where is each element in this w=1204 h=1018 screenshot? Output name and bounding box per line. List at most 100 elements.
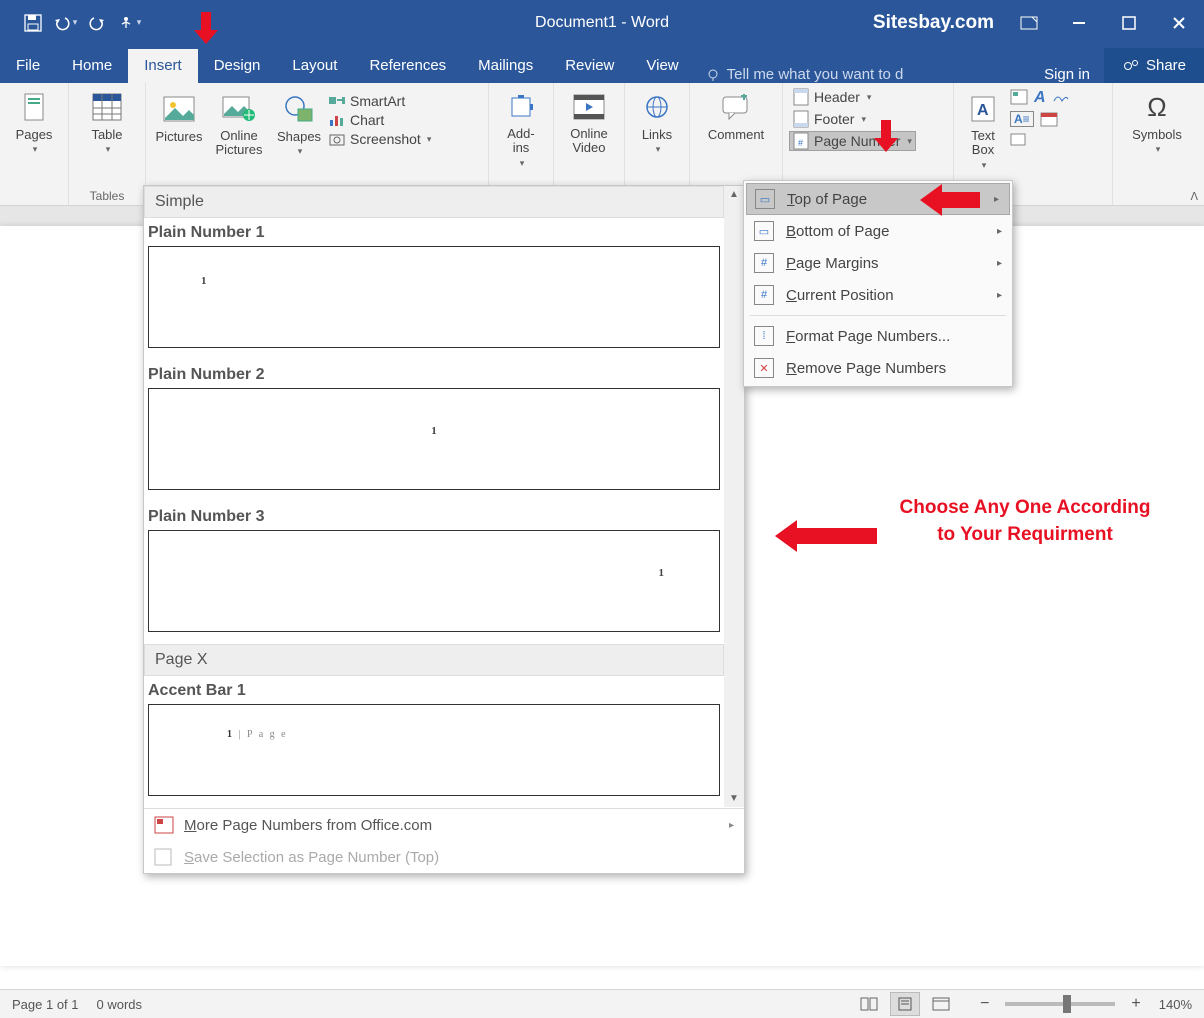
object-button[interactable] — [1010, 131, 1028, 147]
addins-button[interactable]: Add-ins▾ — [494, 85, 548, 173]
tab-references[interactable]: References — [353, 49, 462, 83]
minimize-button[interactable] — [1054, 0, 1104, 45]
share-icon — [1122, 58, 1140, 74]
close-button[interactable] — [1154, 0, 1204, 45]
more-page-numbers-link[interactable]: More Page Numbers from Office.com ▸ — [144, 809, 744, 841]
chart-button[interactable]: Chart — [328, 112, 384, 128]
office-icon — [154, 816, 174, 834]
header-button[interactable]: Header▾ — [789, 87, 875, 107]
share-label: Share — [1146, 57, 1186, 74]
gallery-item-plain1[interactable]: 1 — [148, 246, 720, 348]
zoom-out-button[interactable]: − — [976, 995, 993, 1013]
comment-button[interactable]: Comment — [706, 85, 766, 146]
textbox-icon: A — [970, 95, 996, 123]
date-time-button[interactable] — [1040, 111, 1058, 127]
ribbon-display-options-button[interactable] — [1004, 0, 1054, 45]
print-layout-button[interactable] — [890, 992, 920, 1016]
remove-icon: ✕ — [754, 358, 774, 378]
pages-button[interactable]: Pages▾ — [7, 85, 61, 159]
document-title: Document1 - Word — [535, 14, 669, 32]
maximize-button[interactable] — [1104, 0, 1154, 45]
smartart-button[interactable]: SmartArt — [328, 93, 405, 109]
dropcap-button[interactable]: A≡ — [1010, 111, 1034, 127]
tab-layout[interactable]: Layout — [276, 49, 353, 83]
tab-home[interactable]: Home — [56, 49, 128, 83]
lightbulb-icon — [705, 67, 721, 83]
tab-view[interactable]: View — [630, 49, 694, 83]
comment-icon — [721, 94, 751, 120]
quick-parts-button[interactable] — [1010, 89, 1028, 107]
footer-button[interactable]: Footer▾ — [789, 109, 870, 129]
page-bottom-icon: ▭ — [754, 221, 774, 241]
quickparts-icon — [1010, 89, 1028, 105]
online-pictures-button[interactable]: OnlinePictures — [208, 87, 270, 162]
gallery-item-plain3-label: Plain Number 3 — [144, 502, 724, 530]
zoom-slider[interactable] — [1005, 1002, 1115, 1006]
read-mode-button[interactable] — [854, 992, 884, 1016]
svg-text:#: # — [798, 138, 803, 148]
redo-button[interactable] — [84, 10, 110, 36]
menu-remove-page-numbers[interactable]: ✕ Remove Page Numbers — [744, 352, 1012, 384]
links-button[interactable]: Links▾ — [630, 85, 684, 159]
online-video-button[interactable]: OnlineVideo — [562, 85, 616, 160]
minimize-icon — [1071, 15, 1087, 31]
screenshot-button[interactable]: Screenshot▾ — [328, 131, 431, 147]
current-position-icon: # — [754, 285, 774, 305]
gallery-item-plain1-label: Plain Number 1 — [144, 218, 724, 246]
sign-in-link[interactable]: Sign in — [1030, 66, 1104, 83]
text-box-button[interactable]: A TextBox▾ — [960, 87, 1006, 175]
signature-button[interactable] — [1052, 89, 1070, 107]
scroll-down-button[interactable]: ▼ — [726, 790, 742, 807]
group-tables-label: Tables — [90, 186, 125, 205]
svg-text:A: A — [977, 102, 989, 119]
share-button[interactable]: Share — [1104, 48, 1204, 83]
shapes-icon — [283, 94, 315, 124]
page-status[interactable]: Page 1 of 1 — [12, 997, 79, 1012]
tab-mailings[interactable]: Mailings — [462, 49, 549, 83]
datetime-icon — [1040, 111, 1058, 127]
tell-me-search[interactable]: Tell me what you want to d — [695, 66, 1030, 83]
printlayout-icon — [897, 997, 913, 1011]
shapes-button[interactable]: Shapes▾ — [272, 87, 326, 161]
tab-file[interactable]: File — [0, 49, 56, 83]
undo-button[interactable]: ▾ — [52, 10, 78, 36]
brand-label: Sitesbay.com — [873, 12, 994, 34]
page-margins-icon: # — [754, 253, 774, 273]
menu-current-position[interactable]: # Current Position▸ — [744, 279, 1012, 311]
tab-design[interactable]: Design — [198, 49, 277, 83]
word-count[interactable]: 0 words — [97, 997, 143, 1012]
touch-mode-button[interactable]: ▾ — [116, 10, 142, 36]
scroll-up-button[interactable]: ▲ — [726, 186, 742, 203]
addins-icon — [508, 94, 534, 120]
chart-icon — [328, 112, 346, 128]
tell-me-placeholder: Tell me what you want to d — [727, 66, 904, 83]
video-icon — [573, 94, 605, 120]
gallery-item-plain3[interactable]: 1 — [148, 530, 720, 632]
table-button[interactable]: Table▾ — [80, 85, 134, 159]
menu-format-page-numbers[interactable]: ⁞ Format Page Numbers... — [744, 320, 1012, 352]
tab-insert[interactable]: Insert — [128, 49, 198, 83]
gallery-item-plain2[interactable]: 1 — [148, 388, 720, 490]
symbols-button[interactable]: Ω Symbols▾ — [1130, 85, 1184, 159]
menu-page-margins[interactable]: # Page Margins▸ — [744, 247, 1012, 279]
footer-icon — [793, 110, 809, 128]
menu-bottom-of-page[interactable]: ▭ Bottom of Page▸ — [744, 215, 1012, 247]
touch-icon — [117, 14, 135, 32]
collapse-ribbon-button[interactable]: ᐱ — [1190, 190, 1198, 203]
maximize-icon — [1122, 16, 1136, 30]
save-icon — [24, 14, 42, 32]
table-icon — [92, 93, 122, 121]
screenshot-icon — [328, 131, 346, 147]
wordart-button[interactable]: A — [1034, 89, 1046, 107]
zoom-level[interactable]: 140% — [1159, 997, 1192, 1012]
web-layout-button[interactable] — [926, 992, 956, 1016]
annotation-text: Choose Any One Accordingto Your Requirme… — [880, 495, 1170, 548]
save-button[interactable] — [20, 10, 46, 36]
tab-review[interactable]: Review — [549, 49, 630, 83]
read-icon — [860, 997, 878, 1011]
gallery-item-accent1[interactable]: 1 | P a g e — [148, 704, 720, 796]
gallery-scrollbar[interactable]: ▲ ▼ — [724, 186, 744, 807]
zoom-in-button[interactable]: + — [1127, 995, 1144, 1013]
pictures-button[interactable]: Pictures — [152, 87, 206, 148]
display-options-icon — [1020, 16, 1038, 30]
